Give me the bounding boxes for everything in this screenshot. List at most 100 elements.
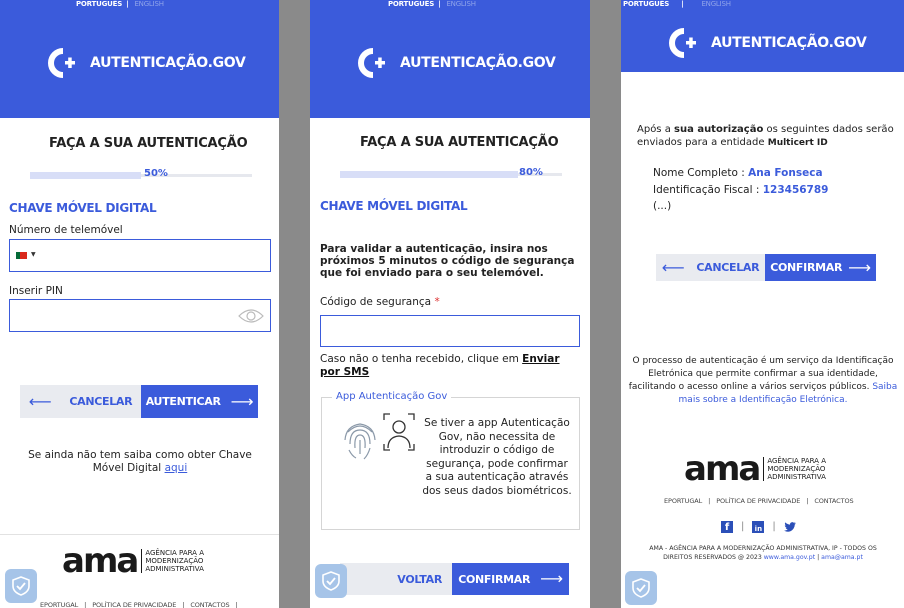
resend-text: Caso não o tenha recebido, clique em Env… xyxy=(320,353,582,379)
lang-pt[interactable]: PORTUGUÊS xyxy=(623,0,669,8)
ama-logo-text: AGÊNCIA PARA A MODERNIZAÇÃO ADMINISTRATI… xyxy=(763,457,826,481)
cancel-button[interactable]: ⟵ CANCELAR xyxy=(656,254,765,281)
footer-link-contacts[interactable]: CONTACTOS xyxy=(190,601,229,608)
footer-divider xyxy=(0,534,279,535)
entity-name: Multicert ID xyxy=(767,137,828,148)
copyright: AMA - AGÊNCIA PARA A MODERNIZAÇÃO ADMINI… xyxy=(631,544,895,562)
lang-en[interactable]: ENGLISH xyxy=(446,0,476,8)
pin-label: Inserir PIN xyxy=(9,285,63,297)
nif-label: Identificação Fiscal : xyxy=(653,184,760,196)
confirm-button[interactable]: CONFIRMAR ⟶ xyxy=(765,254,876,281)
arrow-right-icon: ⟶ xyxy=(848,257,871,277)
ama-logo: ama AGÊNCIA PARA A MODERNIZAÇÃO ADMINIST… xyxy=(684,452,826,486)
lang-pt[interactable]: PORTUGUÊS xyxy=(76,0,122,8)
ama-line1: AGÊNCIA PARA A xyxy=(145,549,204,557)
copyright-line2: DIREITOS RESERVADOS @ 2023 www.ama.gov.p… xyxy=(663,554,863,561)
autenticacao-logo-icon xyxy=(358,48,388,78)
page-title: FAÇA A SUA AUTENTICAÇÃO xyxy=(360,135,559,150)
accessibility-shield-icon[interactable] xyxy=(625,571,657,605)
ama-line2: MODERNIZAÇÃO xyxy=(767,465,826,473)
name-value: Ana Fonseca xyxy=(748,167,823,179)
social-separator: | xyxy=(772,521,776,532)
code-label: Código de segurança * xyxy=(320,296,440,308)
ama-line3: ADMINISTRATIVA xyxy=(145,565,204,573)
ama-mail-link[interactable]: ama@ama.pt xyxy=(821,554,863,561)
help-text-body: Se ainda não tem saiba como obter Chave … xyxy=(28,449,252,474)
app-legend: App Autenticação Gov xyxy=(332,391,452,402)
auth-panel-step2: PORTUGUÊS | ENGLISH AUTENTICAÇÃO.GOV FAÇA … xyxy=(310,0,590,608)
footer-link-privacy[interactable]: POLÍTICA DE PRIVACIDADE xyxy=(716,497,800,505)
resend-text-body: Caso não o tenha recebido, clique em xyxy=(320,353,519,365)
phone-input[interactable]: ▼ xyxy=(9,239,271,272)
help-link[interactable]: aqui xyxy=(165,462,188,474)
language-switcher: PORTUGUÊS | ENGLISH xyxy=(388,0,476,8)
page-title: FAÇA A SUA AUTENTICAÇÃO xyxy=(49,136,248,151)
data-row-name: Nome Completo : Ana Fonseca xyxy=(653,167,823,179)
ama-logo: ama AGÊNCIA PARA A MODERNIZAÇÃO ADMINIST… xyxy=(62,544,204,578)
language-switcher: PORTUGUÊS | ENGLISH xyxy=(76,0,164,8)
ama-line1: AGÊNCIA PARA A xyxy=(767,457,826,465)
info-text-body: O processo de autenticação é um serviço … xyxy=(628,356,894,392)
header: PORTUGUÊS | ENGLISH AUTENTICAÇÃO.GOV xyxy=(621,0,904,72)
chevron-down-icon[interactable]: ▼ xyxy=(31,251,36,258)
consent-intro: Após a sua autorização os seguintes dado… xyxy=(637,124,897,149)
cancel-button[interactable]: ⟵ CANCELAR xyxy=(20,385,141,418)
code-label-text: Código de segurança xyxy=(320,296,432,308)
accessibility-shield-icon[interactable] xyxy=(5,569,37,603)
copyright-line1: AMA - AGÊNCIA PARA A MODERNIZAÇÃO ADMINI… xyxy=(649,545,877,552)
autenticacao-logo-icon xyxy=(669,28,699,58)
confirm-label: CONFIRMAR xyxy=(770,261,843,274)
nif-value: 123456789 xyxy=(762,184,829,196)
footer-link-privacy[interactable]: POLÍTICA DE PRIVACIDADE xyxy=(92,601,176,608)
authenticate-button[interactable]: AUTENTICAR ⟶ xyxy=(141,385,258,418)
action-bar: VOLTAR CONFIRMAR ⟶ xyxy=(340,563,569,595)
fingerprint-icon xyxy=(340,418,380,466)
footer-link-eportugal[interactable]: EPORTUGAL xyxy=(40,601,78,608)
ama-line2: MODERNIZAÇÃO xyxy=(145,557,204,565)
twitter-icon[interactable] xyxy=(783,517,796,536)
footer-links: EPORTUGAL | POLÍTICA DE PRIVACIDADE | CONTAC… xyxy=(664,497,854,505)
brand-logo: AUTENTICAÇÃO.GOV xyxy=(48,48,246,78)
footer-link-contacts[interactable]: CONTACTOS xyxy=(814,497,853,505)
header: PORTUGUÊS | ENGLISH AUTENTICAÇÃO.GOV xyxy=(310,0,590,118)
arrow-left-icon: ⟵ xyxy=(28,391,52,411)
brand-logo: AUTENTICAÇÃO.GOV xyxy=(669,28,867,58)
social-separator: | xyxy=(741,521,745,532)
cancel-label: CANCELAR xyxy=(696,261,760,274)
linkedin-icon[interactable]: in xyxy=(752,520,765,533)
eye-icon[interactable] xyxy=(238,308,264,328)
app-info-box: App Autenticação Gov Se tiver a app Aute… xyxy=(321,391,580,530)
progress-percent: 50% xyxy=(144,168,168,179)
cancel-label: CANCELAR xyxy=(69,395,133,408)
name-label: Nome Completo : xyxy=(653,167,745,179)
copyright-rights: DIREITOS RESERVADOS @ 2023 xyxy=(663,554,762,561)
security-code-input[interactable] xyxy=(320,315,580,347)
pin-input[interactable] xyxy=(9,299,271,332)
intro-pre: Após a xyxy=(637,124,671,135)
back-label: VOLTAR xyxy=(397,572,442,586)
authenticate-label: AUTENTICAR xyxy=(145,395,221,408)
help-text: Se ainda não tem saiba como obter Chave … xyxy=(12,449,268,475)
brand-name: AUTENTICAÇÃO.GOV xyxy=(90,55,246,71)
accessibility-shield-icon[interactable] xyxy=(315,564,347,598)
arrow-right-icon: ⟶ xyxy=(540,569,563,588)
progress-fill xyxy=(340,171,518,178)
lang-en[interactable]: ENGLISH xyxy=(701,0,731,8)
ama-site-link[interactable]: www.ama.gov.pt xyxy=(764,554,815,561)
lang-en[interactable]: ENGLISH xyxy=(134,0,164,8)
ama-wordmark: ama xyxy=(62,541,139,581)
action-bar: ⟵ CANCELAR CONFIRMAR ⟶ xyxy=(656,254,876,281)
confirm-button[interactable]: CONFIRMAR ⟶ xyxy=(452,563,569,595)
back-button[interactable]: VOLTAR xyxy=(340,563,452,595)
footer-link-eportugal[interactable]: EPORTUGAL xyxy=(664,497,702,505)
section-title: CHAVE MÓVEL DIGITAL xyxy=(320,199,468,213)
portugal-flag-icon[interactable] xyxy=(16,252,27,259)
phone-label: Número de telemóvel xyxy=(9,224,123,236)
lang-pt[interactable]: PORTUGUÊS xyxy=(388,0,434,8)
facebook-icon[interactable]: f xyxy=(721,520,733,533)
language-switcher: PORTUGUÊS | ENGLISH xyxy=(623,0,731,8)
face-id-icon xyxy=(382,412,416,456)
ama-line3: ADMINISTRATIVA xyxy=(767,473,826,481)
consent-panel: PORTUGUÊS | ENGLISH AUTENTICAÇÃO.GOV Após … xyxy=(621,0,904,608)
arrow-right-icon: ⟶ xyxy=(230,391,254,411)
